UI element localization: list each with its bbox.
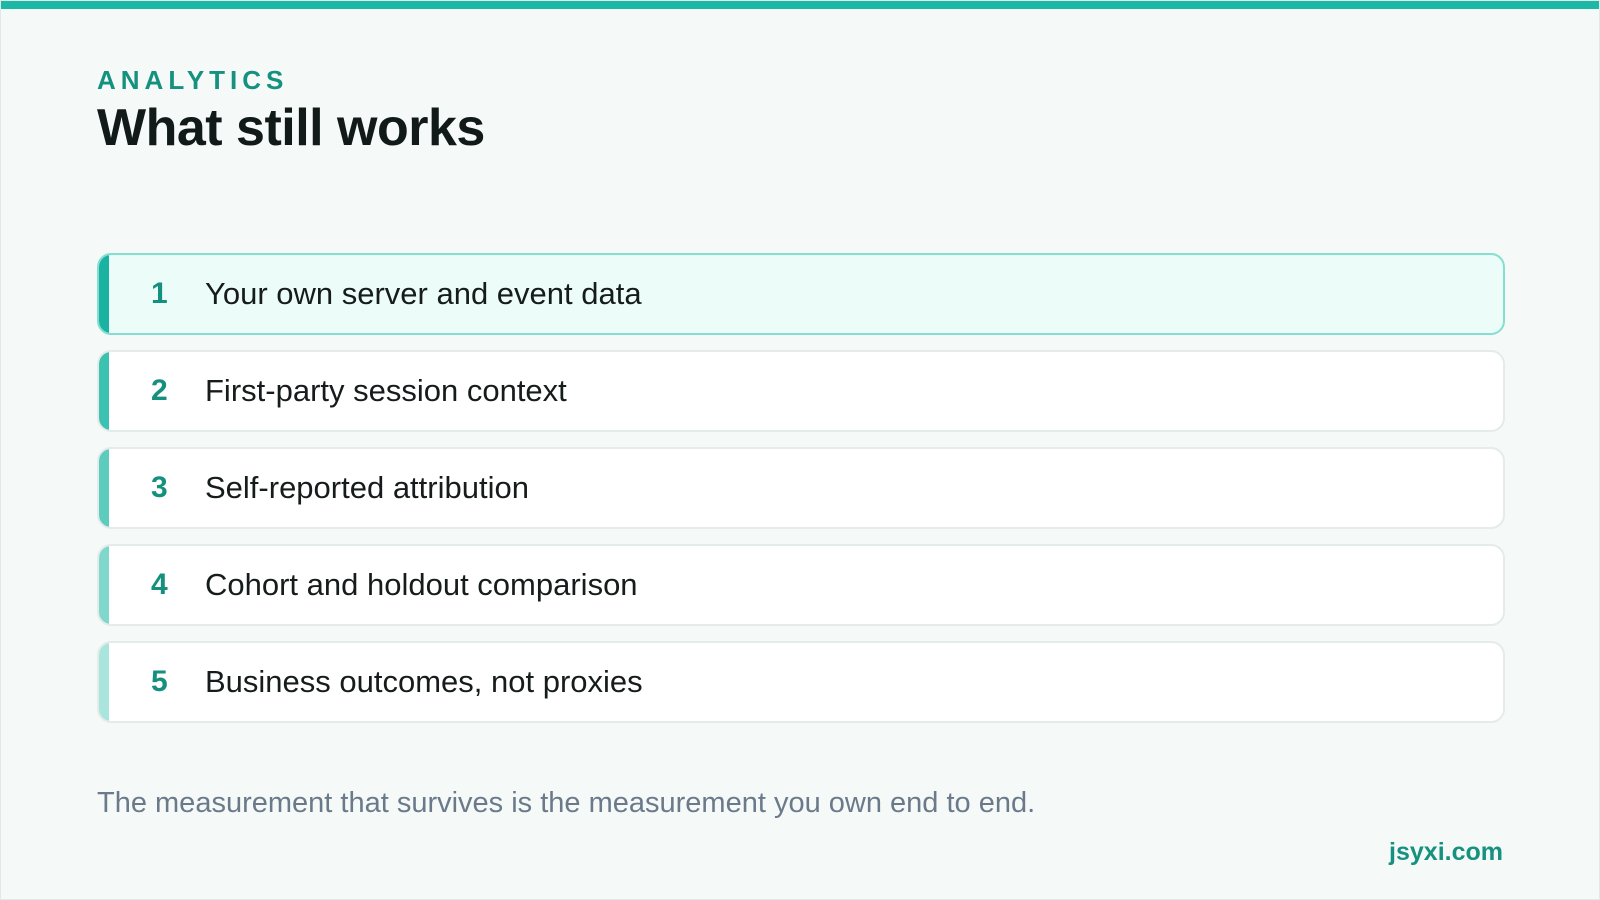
list-item[interactable]: 5 Business outcomes, not proxies — [97, 641, 1505, 723]
list-item[interactable]: 3 Self-reported attribution — [97, 447, 1505, 529]
item-number: 1 — [151, 277, 168, 310]
item-accent-bar — [99, 643, 109, 721]
page-title: What still works — [97, 99, 485, 157]
item-label: Your own server and event data — [205, 276, 642, 311]
item-accent-bar — [99, 352, 109, 430]
item-label: First-party session context — [205, 373, 567, 408]
item-label: Self-reported attribution — [205, 470, 529, 505]
item-number: 5 — [151, 665, 168, 698]
item-accent-bar — [99, 449, 109, 527]
top-accent-bar — [1, 1, 1599, 9]
item-number: 4 — [151, 568, 168, 601]
item-label: Business outcomes, not proxies — [205, 664, 643, 699]
slide: ANALYTICS What still works 1 Your own se… — [0, 0, 1600, 900]
list-item[interactable]: 2 First-party session context — [97, 350, 1505, 432]
item-number: 3 — [151, 471, 168, 504]
list-item[interactable]: 1 Your own server and event data — [97, 253, 1505, 335]
footnote: The measurement that survives is the mea… — [97, 787, 1036, 819]
item-number: 2 — [151, 374, 168, 407]
item-label: Cohort and holdout comparison — [205, 567, 638, 602]
section-eyebrow: ANALYTICS — [97, 65, 289, 95]
brand-link[interactable]: jsyxi.com — [1389, 837, 1503, 867]
item-accent-bar — [99, 546, 109, 624]
item-accent-bar — [99, 255, 109, 333]
list-item[interactable]: 4 Cohort and holdout comparison — [97, 544, 1505, 626]
numbered-list: 1 Your own server and event data 2 First… — [97, 253, 1505, 738]
